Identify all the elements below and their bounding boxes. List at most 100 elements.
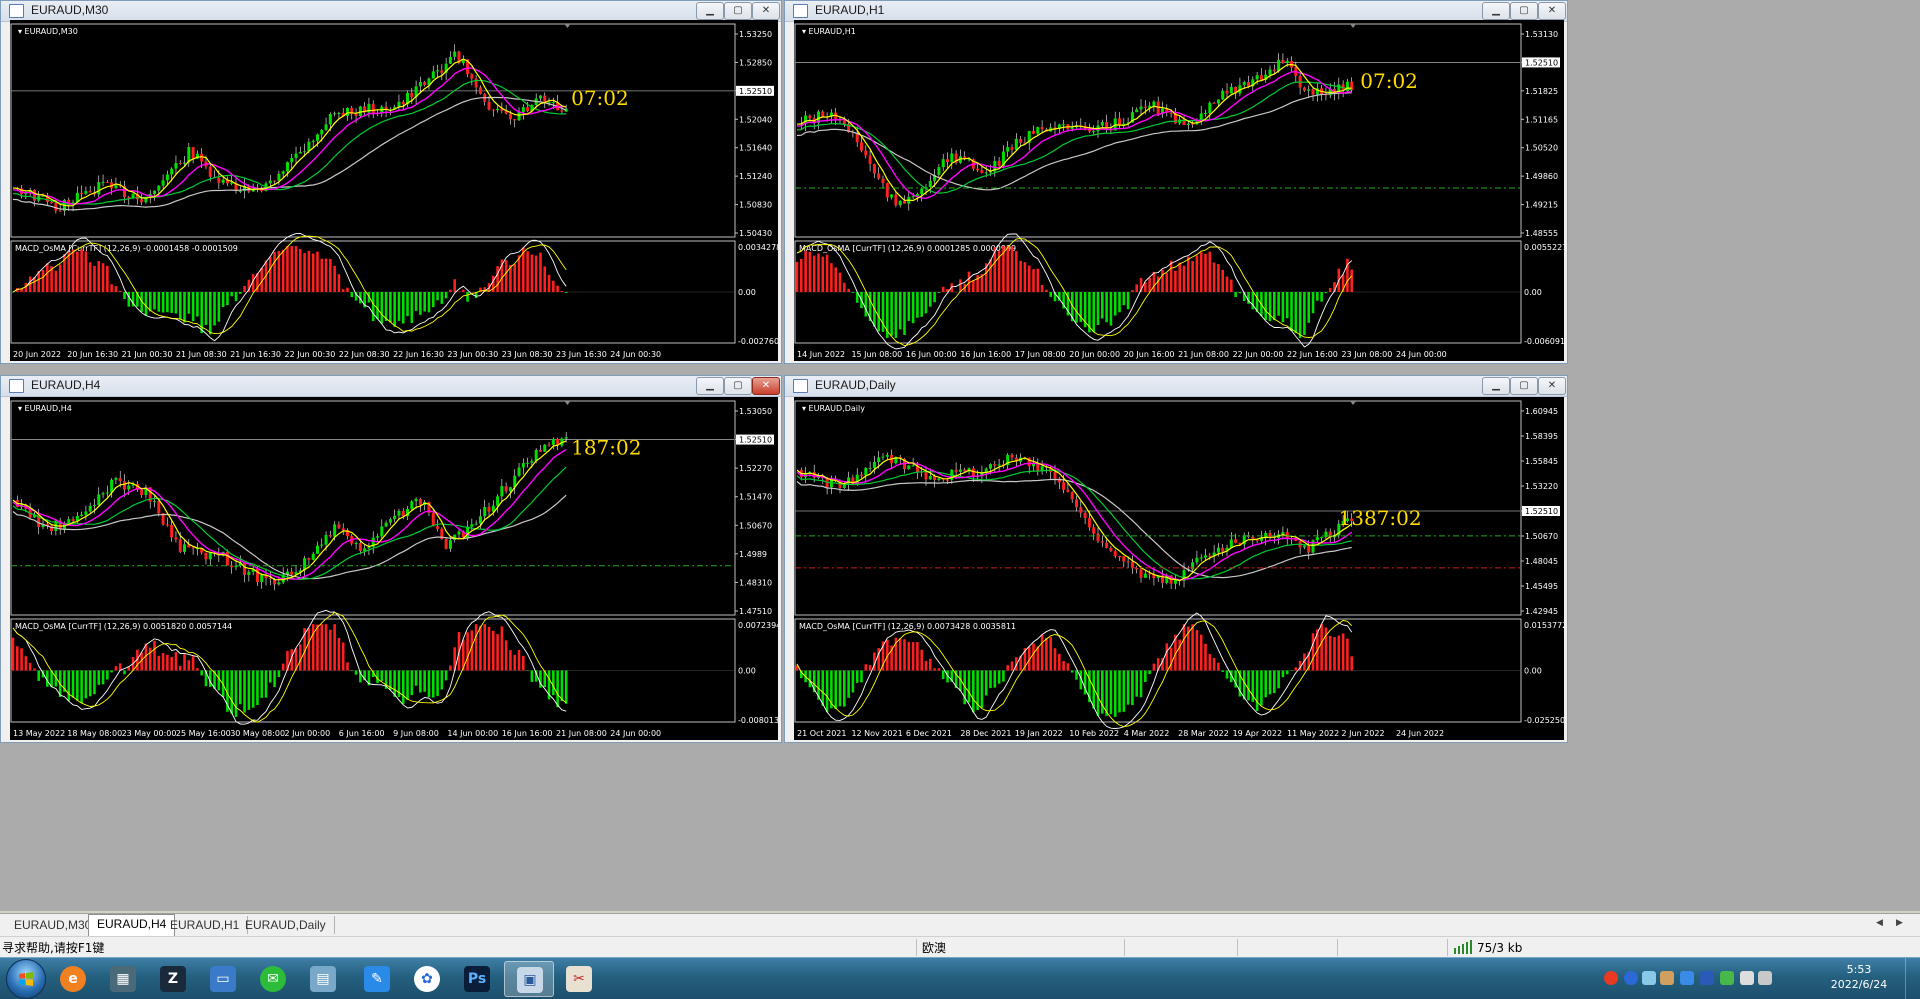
candle-body [1152,101,1156,106]
taskbar-app-notes[interactable]: ▤ [298,961,348,997]
window-titlebar[interactable]: EURAUD,H1 ▁ ▢ ✕ [785,1,1567,22]
price-chart-svg[interactable]: ▾ EURAUD,H4 MACD_OsMA [CurrTF] (12,26,9) … [10,397,778,740]
taskbar-clock[interactable]: 5:53 2022/6/24 [1824,962,1894,992]
histogram-bar [123,292,126,300]
candle-body [872,164,876,174]
histogram-bar [924,660,928,671]
minimize-button[interactable]: ▁ [696,377,724,395]
help-icon[interactable] [1624,971,1638,985]
histogram-bar [393,670,396,697]
taskbar-app-browser[interactable]: e [48,961,98,997]
chart-canvas[interactable]: ▾ EURAUD,H1 MACD_OsMA [CurrTF] (12,26,9) … [794,20,1564,361]
tab-scroll-right-icon[interactable]: ▶ [1896,918,1903,928]
shield-icon[interactable] [1700,971,1714,985]
chart-canvas[interactable]: ▾ EURAUD,H4 MACD_OsMA [CurrTF] (12,26,9) … [10,397,778,740]
chart-canvas[interactable]: ▾ EURAUD,Daily MACD_OsMA [CurrTF] (12,26,… [794,397,1564,740]
minimize-button[interactable]: ▁ [1482,377,1510,395]
chart-canvas[interactable]: ▾ EURAUD,M30 MACD_OsMA [CurrTF] (12,26,9)… [10,20,778,361]
browser-icon: e [60,966,86,992]
chart-window-icon [9,379,24,393]
histogram-bar [196,668,199,671]
maximize-button[interactable]: ▢ [724,377,752,395]
close-button[interactable]: ✕ [1538,2,1566,20]
tab-scroll-left-icon[interactable]: ◀ [1876,918,1883,928]
histogram-bar [1113,670,1117,717]
histogram-bar [166,654,169,671]
candle-body [290,571,294,575]
indicator-label: MACD_OsMA [CurrTF] (12,26,9) 0.0073428 0… [799,622,1016,631]
histogram-bar [324,258,328,292]
tab-euraud-h1[interactable]: EURAUD,H1 [162,916,249,934]
histogram-bar [110,670,113,673]
maximize-button[interactable]: ▢ [1510,2,1538,20]
taskbar-app-editor[interactable]: ✎ [352,961,402,997]
signal-icon[interactable] [1758,971,1772,985]
taskbar-app-metatrader[interactable]: ▣ [504,961,554,997]
start-button[interactable] [6,959,46,999]
minimize-button[interactable]: ▁ [1482,2,1510,20]
window-titlebar[interactable]: EURAUD,H4 ▁ ▢ ✕ [1,376,781,397]
taskbar-app-screenshot[interactable]: ✂ [554,961,604,997]
histogram-bar [397,292,401,321]
candle-body [478,516,482,524]
histogram-bar [311,253,315,292]
taskbar-app-photoshop[interactable]: Ps [452,961,502,997]
histogram-bar [97,670,101,685]
maximize-button[interactable]: ▢ [724,2,752,20]
time-tick-label: 13 May 2022 [13,729,65,738]
time-tick-label: 20 Jun 00:00 [1069,350,1120,359]
network-icon[interactable] [1642,971,1656,985]
histogram-bar [431,670,435,698]
tab-euraud-daily[interactable]: EURAUD,Daily [237,916,335,934]
recycle-icon[interactable] [1720,971,1734,985]
candle-body [950,153,954,163]
price-chart-svg[interactable]: ▾ EURAUD,H1 MACD_OsMA [CurrTF] (12,26,9) … [794,20,1564,361]
histogram-bar [1122,292,1126,306]
candle-body [243,562,247,575]
chart-window-h4[interactable]: EURAUD,H4 ▁ ▢ ✕ ▾ EURAUD,H4 MACD_OsMA [Cu… [0,375,782,743]
tab-euraud-m30[interactable]: EURAUD,M30 [6,916,101,934]
time-tick-label: 21 Jun 08:00 [556,729,607,738]
candle-body [808,115,812,119]
taskbar-app-wechat[interactable]: ✉ [248,961,298,997]
candle-body [920,188,924,195]
candle-body [864,468,868,476]
taskbar-app-desktop[interactable]: ▭ [198,961,248,997]
window-titlebar[interactable]: EURAUD,Daily ▁ ▢ ✕ [785,376,1567,397]
taskbar-app-trading[interactable]: Z [148,961,198,997]
histogram-bar [1221,670,1225,672]
histogram-bar [821,670,825,706]
histogram-bar [346,662,349,671]
close-button[interactable]: ✕ [752,377,780,395]
show-desktop-button[interactable] [1905,958,1920,999]
price-tick-label: 1.42945 [1525,607,1558,616]
chart-window-h1[interactable]: EURAUD,H1 ▁ ▢ ✕ ▾ EURAUD,H1 MACD_OsMA [Cu… [784,0,1568,364]
chart-window-m30[interactable]: EURAUD,M30 ▁ ▢ ✕ ▾ EURAUD,M30 MACD_OsMA [… [0,0,782,364]
taskbar-app-cloud[interactable]: ✿ [402,961,452,997]
price-chart-svg[interactable]: ▾ EURAUD,Daily MACD_OsMA [CurrTF] (12,26,… [794,397,1564,740]
price-tick-label: 1.51640 [739,144,772,153]
histogram-bar [389,292,392,323]
histogram-bar [449,665,452,671]
candle-body [1302,87,1306,91]
candle-body [911,196,915,198]
security-icon[interactable] [1680,971,1694,985]
minimize-button[interactable]: ▁ [696,2,724,20]
candle-body [1092,527,1096,534]
chart-window-daily[interactable]: EURAUD,Daily ▁ ▢ ✕ ▾ EURAUD,Daily MACD_Os… [784,375,1568,743]
histogram-bar [410,292,414,323]
speaker-icon[interactable] [1660,971,1674,985]
histogram-bar [161,653,165,671]
volume-icon[interactable] [1740,971,1754,985]
maximize-button[interactable]: ▢ [1510,377,1538,395]
close-button[interactable]: ✕ [1538,377,1566,395]
window-titlebar[interactable]: EURAUD,M30 ▁ ▢ ✕ [1,1,781,22]
status-bar: 寻求帮助,请按F1键 欧澳 75/3 kb [0,936,1920,958]
candle-body [1079,507,1083,513]
time-tick-label: 24 Jun 2022 [1396,729,1444,738]
price-tick-label: 1.55845 [1525,457,1558,466]
close-button[interactable]: ✕ [752,2,780,20]
taskbar-app-hardware[interactable]: ▦ [98,961,148,997]
price-chart-svg[interactable]: ▾ EURAUD,M30 MACD_OsMA [CurrTF] (12,26,9)… [10,20,778,361]
sogou-icon[interactable] [1604,971,1618,985]
